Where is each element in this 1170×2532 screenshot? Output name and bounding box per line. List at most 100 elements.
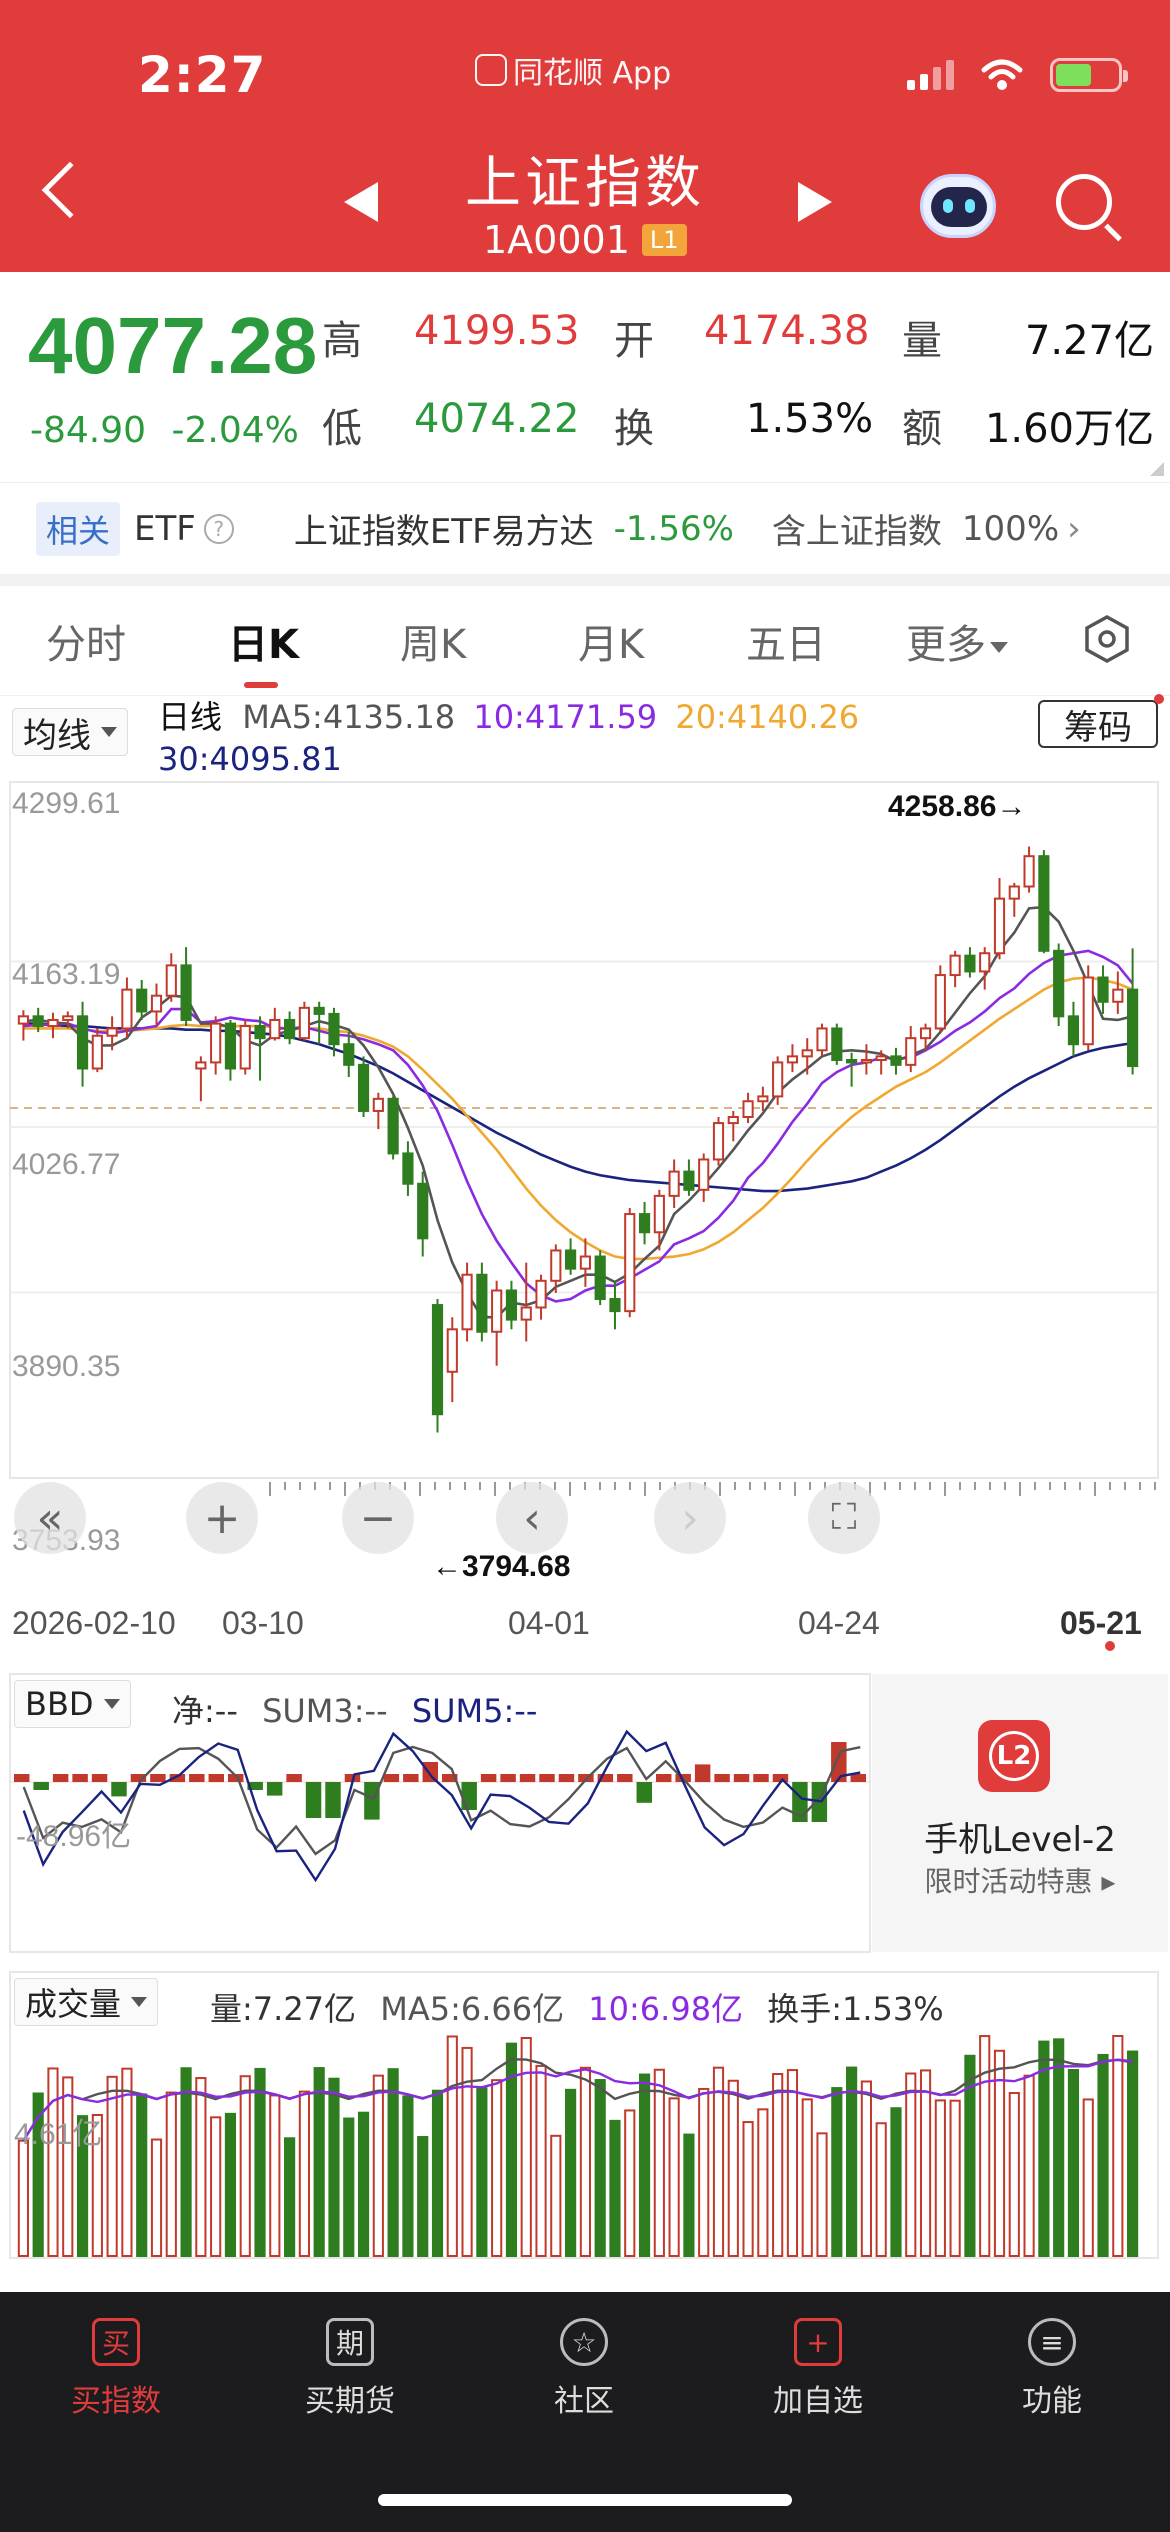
tab-daily-k[interactable]: 日K — [228, 612, 299, 670]
battery-icon — [1050, 58, 1128, 92]
tab-intraday[interactable]: 分时 — [46, 612, 126, 670]
candle-body — [609, 1297, 621, 1313]
functions-button[interactable]: ≡ 功能 — [962, 2318, 1142, 2420]
cellular-signal-icon — [907, 60, 954, 90]
amount-label: 额 — [902, 406, 942, 452]
chevron-right-icon[interactable]: › — [1067, 509, 1081, 549]
related-etf-row[interactable]: 相关 ETF ? 上证指数ETF易方达 -1.56% 含上证指数 100% › — [0, 482, 1170, 574]
fullscreen-button[interactable]: ⛶ — [808, 1482, 880, 1554]
volume-bar — [1008, 2092, 1020, 2258]
assistant-robot-icon[interactable] — [920, 174, 996, 238]
status-indicators — [907, 58, 1128, 92]
volume-axis-label: 4.61亿 — [14, 2118, 102, 2151]
bbd-bar — [33, 1782, 49, 1790]
zoom-out-button[interactable]: − — [342, 1482, 414, 1554]
volume-bar — [372, 2074, 384, 2258]
tab-five-day[interactable]: 五日 — [746, 612, 826, 670]
candle-body — [298, 1006, 310, 1040]
community-button[interactable]: ☆ 社区 — [494, 2318, 674, 2420]
bbd-bar — [500, 1774, 516, 1782]
candle-body — [180, 964, 192, 1021]
level2-promo-card[interactable]: L2 手机Level-2 限时活动特惠 ▸ — [872, 1674, 1168, 1952]
high-value: 4199.53 — [414, 308, 580, 354]
settings-hexagon-icon[interactable] — [1082, 614, 1132, 664]
volume-bar — [594, 2079, 606, 2258]
status-app-name: 同花顺 App — [475, 48, 671, 92]
bbd-indicator-label: BBD — [25, 1685, 94, 1723]
candle-body — [431, 1304, 444, 1416]
volume-bar — [934, 2099, 946, 2258]
volume-bar — [698, 2087, 710, 2257]
bbd-net: 净:-- — [172, 1692, 238, 1730]
candle-body — [106, 1027, 118, 1037]
bbd-bar — [519, 1774, 536, 1782]
bbd-indicator-button[interactable]: BBD — [14, 1680, 131, 1728]
section-divider — [0, 574, 1170, 586]
bbd-bar — [753, 1774, 769, 1782]
tab-weekly-k[interactable]: 周K — [400, 612, 466, 670]
volume-bar — [165, 2091, 177, 2257]
candle-body — [269, 1018, 281, 1040]
period-tabs: 分时 日K 周K 月K 五日 更多 — [0, 586, 1170, 696]
search-icon[interactable] — [1056, 174, 1112, 230]
x-tick-1: 2026-02-10 — [12, 1605, 176, 1641]
volume-bar — [979, 2035, 991, 2257]
volume-bar — [224, 2112, 237, 2257]
x-tick-2: 03-10 — [222, 1605, 304, 1641]
candle-body — [964, 954, 976, 973]
volume-bar — [668, 2097, 680, 2258]
zoom-in-button[interactable]: + — [186, 1482, 258, 1554]
volume-legend: 量:7.27亿 MA5:6.66亿 10:6.98亿 换手:1.53% — [210, 1984, 944, 2030]
volume-bar — [919, 2069, 932, 2257]
expand-corner-icon[interactable] — [1150, 462, 1164, 476]
tab-more[interactable]: 更多 — [906, 612, 1008, 670]
status-app-label: 同花顺 App — [513, 56, 672, 91]
kline-chart[interactable]: 4299.61 4163.19 4026.77 3890.35 3753.93 … — [0, 696, 1170, 2292]
volume-bar — [712, 2066, 725, 2257]
buy-futures-button[interactable]: 期 买期货 — [260, 2318, 440, 2420]
candle-body — [638, 1213, 651, 1234]
candle-body — [1053, 949, 1065, 1018]
buy-index-label: 买指数 — [71, 2384, 161, 2419]
menu-icon: ≡ — [1028, 2318, 1076, 2366]
candle-body — [150, 994, 163, 1013]
caret-down-icon — [131, 1997, 148, 2007]
bbd-bar — [150, 1774, 166, 1782]
volume-bar — [1127, 2050, 1139, 2257]
volume-bar — [683, 2133, 695, 2257]
volume-bar — [387, 2068, 399, 2258]
add-watchlist-button[interactable]: + 加自选 — [728, 2318, 908, 2420]
buy-index-button[interactable]: 买 买指数 — [26, 2318, 206, 2420]
volume-bar — [846, 2066, 858, 2258]
bbd-bar — [325, 1782, 341, 1818]
volume-bar — [239, 2075, 251, 2257]
volume-bar — [875, 2122, 887, 2258]
help-icon[interactable]: ? — [203, 513, 234, 544]
candle-body — [1023, 855, 1035, 888]
bbd-bar — [383, 1774, 400, 1782]
plus-icon: + — [794, 2318, 842, 2366]
volume-indicator-button[interactable]: 成交量 — [14, 1978, 159, 2026]
level2-title: 手机Level-2 — [924, 1820, 1116, 1860]
volume-bar — [816, 2132, 828, 2258]
volume-bar — [180, 2067, 192, 2257]
volume-bar — [195, 2077, 207, 2257]
buy-icon: 买 — [92, 2318, 140, 2366]
candle-body — [668, 1170, 680, 1197]
bbd-bar — [461, 1782, 477, 1810]
candle-body — [949, 954, 961, 977]
scroll-left-button[interactable]: ‹ — [496, 1482, 568, 1554]
bbd-bar — [305, 1782, 322, 1818]
y-tick-4: 3890.35 — [12, 1350, 120, 1383]
volume-bar — [210, 2116, 222, 2257]
turnover-value: 1.53% — [746, 396, 874, 442]
candle-body — [402, 1152, 414, 1185]
candle-body — [121, 988, 133, 1030]
volume-bar — [62, 2076, 74, 2258]
volume-bar — [106, 2075, 118, 2257]
rewind-button[interactable]: « — [14, 1482, 86, 1554]
amount-value: 1.60万亿 — [984, 406, 1154, 452]
next-stock-icon[interactable] — [798, 182, 832, 222]
scroll-right-button[interactable]: › — [654, 1482, 726, 1554]
tab-monthly-k[interactable]: 月K — [578, 612, 644, 670]
